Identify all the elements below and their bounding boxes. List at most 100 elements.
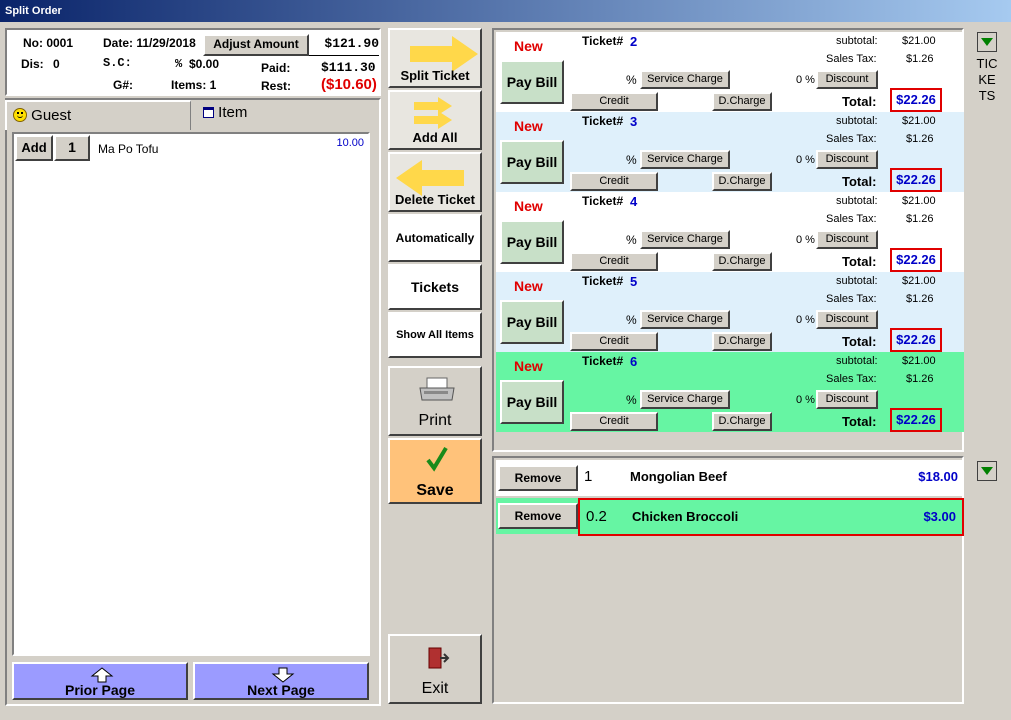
exit-button[interactable]: Exit bbox=[388, 634, 482, 704]
pay-bill-button[interactable]: Pay Bill bbox=[500, 220, 564, 264]
tickets-panel: New Ticket# 2 subtotal: $21.00 Sales Tax… bbox=[492, 28, 964, 452]
subtotal-value: $21.00 bbox=[902, 115, 936, 127]
triangle-down-icon bbox=[981, 38, 993, 46]
service-charge-button[interactable]: Service Charge bbox=[640, 230, 730, 249]
order-number: No: 0001 bbox=[23, 36, 74, 50]
dcharge-button[interactable]: D.Charge bbox=[712, 172, 772, 191]
service-charge-button[interactable]: Service Charge bbox=[640, 70, 730, 89]
ticket-number: 6 bbox=[630, 354, 638, 369]
credit-button[interactable]: Credit bbox=[570, 172, 658, 191]
pay-bill-button[interactable]: Pay Bill bbox=[500, 300, 564, 344]
subtotal-value: $21.00 bbox=[902, 35, 936, 47]
g-label: G#: bbox=[113, 78, 134, 92]
save-label: Save bbox=[416, 482, 454, 499]
delete-ticket-button[interactable]: Delete Ticket bbox=[388, 152, 482, 212]
discount-button[interactable]: Discount bbox=[816, 390, 878, 409]
add-button[interactable]: Add bbox=[15, 135, 53, 161]
sc-value: $0.00 bbox=[189, 57, 220, 71]
window-icon bbox=[203, 107, 214, 118]
pay-bill-button[interactable]: Pay Bill bbox=[500, 60, 564, 104]
sales-tax-value: $1.26 bbox=[906, 293, 934, 305]
credit-button[interactable]: Credit bbox=[570, 412, 658, 431]
new-badge: New bbox=[514, 38, 543, 54]
subtotal-label: subtotal: bbox=[836, 275, 878, 287]
show-all-items-button[interactable]: Show All Items bbox=[388, 312, 482, 358]
credit-button[interactable]: Credit bbox=[570, 92, 658, 111]
ticket-item-row[interactable]: Remove 1 Mongolian Beef $18.00 bbox=[496, 460, 964, 496]
discount-pct: 0 % bbox=[796, 394, 815, 406]
dcharge-button[interactable]: D.Charge bbox=[712, 252, 772, 271]
discount-button[interactable]: Discount bbox=[816, 230, 878, 249]
sales-tax-label: Sales Tax: bbox=[826, 133, 877, 145]
sc-pct-label: % bbox=[626, 393, 637, 407]
add-all-button[interactable]: Add All bbox=[388, 90, 482, 150]
new-badge: New bbox=[514, 118, 543, 134]
item-price: $18.00 bbox=[918, 469, 958, 484]
sc-pct-label: % bbox=[626, 313, 637, 327]
dcharge-button[interactable]: D.Charge bbox=[712, 332, 772, 351]
discount-button[interactable]: Discount bbox=[816, 310, 878, 329]
split-ticket-button[interactable]: Split Ticket bbox=[388, 28, 482, 88]
ticket-item-row[interactable]: Remove 0.2 Chicken Broccoli $3.00 bbox=[496, 498, 964, 536]
item-name: Mongolian Beef bbox=[630, 469, 727, 484]
service-charge-button[interactable]: Service Charge bbox=[640, 150, 730, 169]
qty-value[interactable]: 1 bbox=[54, 135, 90, 161]
new-badge: New bbox=[514, 358, 543, 374]
service-charge-button[interactable]: Service Charge bbox=[640, 390, 730, 409]
paid-label: Paid: bbox=[261, 61, 291, 75]
ticket-total: $22.26 bbox=[890, 168, 942, 192]
total-label: Total: bbox=[842, 414, 877, 429]
sales-tax-value: $1.26 bbox=[906, 213, 934, 225]
tickets-expand-button[interactable] bbox=[977, 32, 997, 52]
credit-button[interactable]: Credit bbox=[570, 332, 658, 351]
discount-pct: 0 % bbox=[796, 234, 815, 246]
list-item[interactable]: Add 1 Ma Po Tofu 10.00 bbox=[14, 134, 368, 162]
tab-item[interactable]: Item bbox=[195, 100, 381, 130]
delete-ticket-label: Delete Ticket bbox=[395, 192, 475, 207]
print-button[interactable]: Print bbox=[388, 366, 482, 436]
subtotal-label: subtotal: bbox=[836, 115, 878, 127]
save-button[interactable]: Save bbox=[388, 438, 482, 504]
discount-pct: 0 % bbox=[796, 154, 815, 166]
automatically-button[interactable]: Automatically bbox=[388, 214, 482, 262]
remove-button[interactable]: Remove bbox=[498, 503, 578, 529]
discount-button[interactable]: Discount bbox=[816, 150, 878, 169]
tab-item-label: Item bbox=[218, 104, 248, 121]
prior-page-label: Prior Page bbox=[64, 682, 136, 698]
smiley-icon bbox=[13, 108, 27, 122]
service-charge-button[interactable]: Service Charge bbox=[640, 310, 730, 329]
new-badge: New bbox=[514, 278, 543, 294]
ticket-label: Ticket# bbox=[582, 354, 624, 368]
tab-guest[interactable]: Guest bbox=[5, 100, 191, 130]
pay-bill-button[interactable]: Pay Bill bbox=[500, 380, 564, 424]
subtotal-value: $21.00 bbox=[902, 355, 936, 367]
prior-page-button[interactable]: Prior Page bbox=[12, 662, 188, 700]
credit-button[interactable]: Credit bbox=[570, 252, 658, 271]
pay-bill-button[interactable]: Pay Bill bbox=[500, 140, 564, 184]
item-price: 10.00 bbox=[336, 137, 364, 149]
dis-label: Dis: bbox=[21, 57, 44, 71]
dcharge-button[interactable]: D.Charge bbox=[712, 412, 772, 431]
items-expand-button[interactable] bbox=[977, 461, 997, 481]
sales-tax-label: Sales Tax: bbox=[826, 53, 877, 65]
dcharge-button[interactable]: D.Charge bbox=[712, 92, 772, 111]
item-qty: 0.2 bbox=[586, 508, 607, 525]
print-label: Print bbox=[418, 412, 452, 429]
split-ticket-label: Split Ticket bbox=[400, 68, 470, 83]
ticket-number: 2 bbox=[630, 34, 638, 49]
remove-button[interactable]: Remove bbox=[498, 465, 578, 491]
sales-tax-label: Sales Tax: bbox=[826, 293, 877, 305]
ticket-total: $22.26 bbox=[890, 248, 942, 272]
total-label: Total: bbox=[842, 174, 877, 189]
next-page-label: Next Page bbox=[247, 682, 315, 698]
next-page-button[interactable]: Next Page bbox=[193, 662, 369, 700]
subtotal-label: subtotal: bbox=[836, 35, 878, 47]
tickets-button[interactable]: Tickets bbox=[388, 264, 482, 310]
sc-pct-label: % bbox=[626, 233, 637, 247]
printer-icon bbox=[419, 377, 455, 401]
ticket-total: $22.26 bbox=[890, 88, 942, 112]
discount-button[interactable]: Discount bbox=[816, 70, 878, 89]
adjust-amount-button[interactable]: Adjust Amount bbox=[203, 34, 309, 56]
paid-value: $111.30 bbox=[321, 60, 376, 75]
checkmark-icon bbox=[426, 446, 448, 472]
